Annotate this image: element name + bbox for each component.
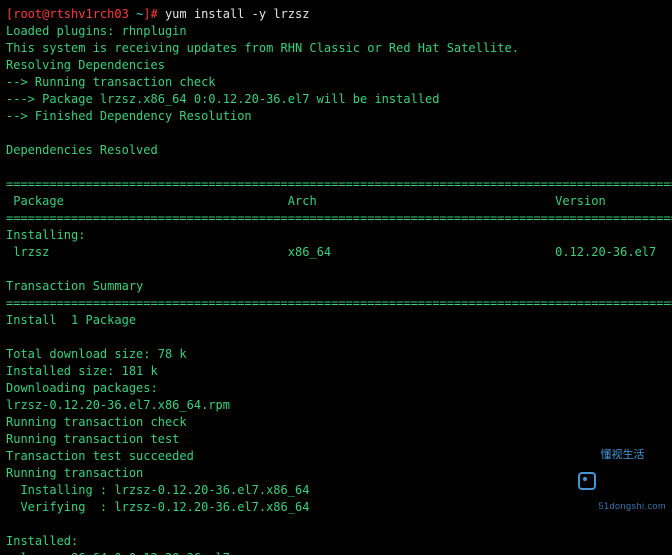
watermark-en: 51dongshi.com [598,498,666,515]
hdr-arch: Arch [288,194,317,208]
cell-version: 0.12.20-36.el7 [555,245,656,259]
output-line: --> Running transaction check [6,75,216,89]
output-line: Verifying : lrzsz-0.12.20-36.el7.x86_64 [6,500,309,514]
rule-line: ========================================… [6,296,672,310]
command-text: yum install -y lrzsz [158,7,310,21]
output-line: This system is receiving updates from RH… [6,41,519,55]
prompt-path: ~ [129,7,143,21]
output-line: Resolving Dependencies [6,58,165,72]
output-line: Install 1 Package [6,313,136,327]
output-line: Running transaction test [6,432,179,446]
cell-package: lrzsz [6,245,49,259]
table-header: Package Arch Version [6,194,606,208]
cell-arch: x86_64 [288,245,331,259]
output-line: lrzsz.x86_64 0:0.12.20-36.el7 [6,551,230,555]
output-line: --> Finished Dependency Resolution [6,109,252,123]
output-line: Dependencies Resolved [6,143,158,157]
output-line: Installing: [6,228,85,242]
output-line: Loaded plugins: rhnplugin [6,24,187,38]
prompt-close: ]# [143,7,157,21]
output-line: Downloading packages: [6,381,158,395]
output-line: lrzsz-0.12.20-36.el7.x86_64.rpm [6,398,230,412]
output-line: Transaction test succeeded [6,449,194,463]
hdr-version: Version [555,194,606,208]
output-line: Installing : lrzsz-0.12.20-36.el7.x86_64 [6,483,309,497]
output-line: Total download size: 78 k [6,347,187,361]
rule-line: ========================================… [6,177,672,191]
watermark-logo-icon [578,472,596,490]
hdr-package: Package [6,194,64,208]
table-row: lrzsz x86_64 0.12.20-36.el7 [6,245,656,259]
output-line: Transaction Summary [6,279,143,293]
watermark-cn: 懂视生活 [600,447,666,464]
prompt-bracket: [root@rtshv1rch03 ~]# [6,7,158,21]
watermark: 懂视生活 51dongshi.com [578,413,666,549]
rule-line: ========================================… [6,211,672,225]
prompt-userhost: root@rtshv1rch03 [13,7,129,21]
output-line: Running transaction check [6,415,187,429]
output-line: Installed: [6,534,78,548]
output-line: Running transaction [6,466,143,480]
terminal[interactable]: [root@rtshv1rch03 ~]# yum install -y lrz… [0,0,672,555]
output-line: ---> Package lrzsz.x86_64 0:0.12.20-36.e… [6,92,439,106]
output-line: Installed size: 181 k [6,364,158,378]
